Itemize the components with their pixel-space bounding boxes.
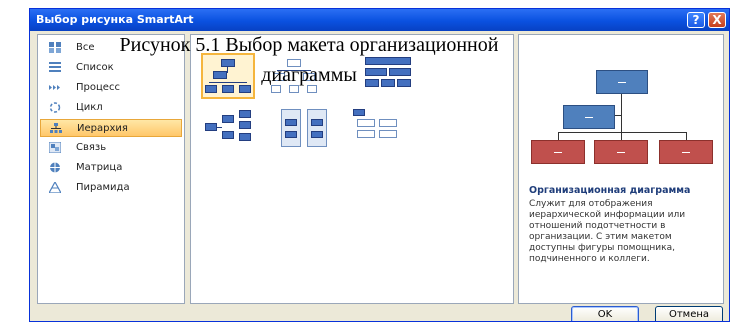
cycle-icon — [49, 102, 61, 113]
title-bar[interactable]: Выбор рисунка SmartArt ? X — [30, 9, 729, 31]
category-label: Пирамида — [76, 182, 130, 193]
matrix-icon — [49, 162, 61, 173]
category-item-matrix[interactable]: Матрица — [40, 159, 182, 177]
preview-connector — [686, 132, 687, 140]
layout-thumbnail-horizontal-hierarchy[interactable] — [203, 107, 253, 149]
category-label: Иерархия — [77, 123, 128, 134]
figure-caption-line-1: Рисунок 5.1 Выбор макета организационной — [119, 34, 499, 56]
pyramid-icon — [49, 182, 61, 193]
preview-connector — [558, 132, 686, 133]
category-item-cycle[interactable]: Цикл — [40, 99, 182, 117]
category-item-hierarchy[interactable]: Иерархия — [40, 119, 182, 137]
window-title: Выбор рисунка SmartArt — [36, 13, 194, 26]
preview-description: Служит для отображения иерархической инф… — [529, 199, 686, 264]
preview-connector — [558, 132, 559, 140]
preview-connector — [621, 94, 622, 132]
preview-child-shape — [659, 140, 713, 164]
ok-button[interactable]: OK — [571, 306, 639, 321]
relationship-icon — [49, 142, 61, 153]
cancel-button[interactable]: Отмена — [655, 306, 723, 321]
category-label: Связь — [76, 142, 107, 153]
hierarchy-icon — [50, 123, 62, 133]
category-label: Матрица — [76, 162, 123, 173]
layout-thumbnail-table-hierarchy[interactable] — [351, 107, 401, 149]
category-item-relationship[interactable]: Связь — [40, 139, 182, 157]
preview-connector — [621, 132, 622, 140]
preview-child-shape — [531, 140, 585, 164]
preview-assistant-shape — [563, 105, 615, 129]
figure-caption: Рисунок 5.1 Выбор макета организационной… — [0, 30, 618, 90]
figure-caption-line-2: диаграммы — [261, 64, 357, 86]
preview-child-shape — [594, 140, 648, 164]
category-label: Цикл — [76, 102, 103, 113]
close-button[interactable]: X — [708, 12, 726, 28]
preview-title: Организационная диаграмма — [529, 185, 691, 196]
layout-thumbnail-hierarchy-list[interactable] — [279, 107, 329, 149]
help-button[interactable]: ? — [687, 12, 705, 28]
category-item-pyramid[interactable]: Пирамида — [40, 179, 182, 197]
